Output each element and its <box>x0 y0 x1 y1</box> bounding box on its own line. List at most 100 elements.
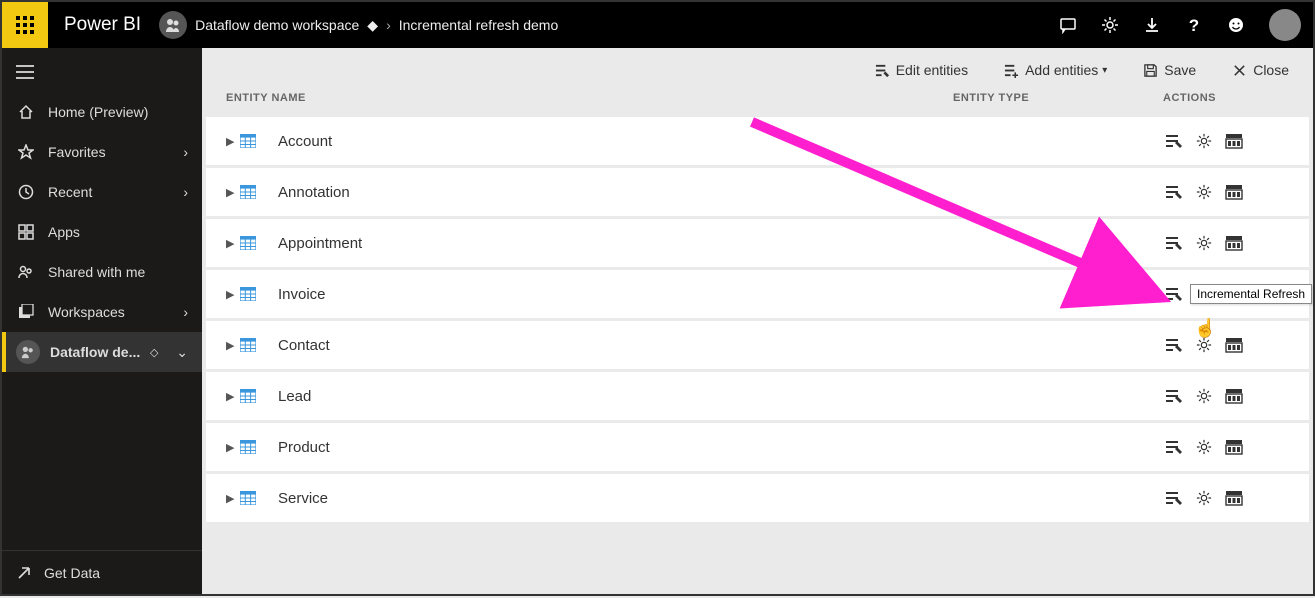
entity-settings-button[interactable] <box>1195 337 1213 353</box>
download-button[interactable] <box>1131 2 1173 48</box>
incremental-refresh-button[interactable] <box>1225 133 1243 149</box>
edit-entities-button[interactable]: Edit entities <box>875 62 968 78</box>
nav-shared[interactable]: Shared with me <box>2 252 202 292</box>
feedback-button[interactable] <box>1215 2 1257 48</box>
entity-name[interactable]: Annotation <box>278 184 949 201</box>
close-button[interactable]: Close <box>1232 62 1289 78</box>
app-launcher-button[interactable] <box>2 2 48 48</box>
notifications-button[interactable] <box>1047 2 1089 48</box>
add-entities-button[interactable]: Add entities ▾ <box>1004 62 1107 78</box>
nav-apps[interactable]: Apps <box>2 212 202 252</box>
entity-settings-button[interactable] <box>1195 235 1213 251</box>
help-button[interactable]: ? <box>1173 2 1215 48</box>
edit-entity-button[interactable] <box>1165 184 1183 200</box>
entity-name[interactable]: Product <box>278 439 949 456</box>
entity-row: ▶ Account <box>206 117 1309 165</box>
settings-button[interactable] <box>1089 2 1131 48</box>
expand-toggle[interactable]: ▶ <box>226 237 240 250</box>
incremental-refresh-button[interactable] <box>1225 337 1243 353</box>
table-icon <box>240 287 260 301</box>
entity-settings-button[interactable] <box>1195 388 1213 404</box>
incremental-refresh-button[interactable] <box>1225 439 1243 455</box>
clock-icon <box>18 184 34 200</box>
entity-settings-button[interactable] <box>1195 133 1213 149</box>
nav-workspaces[interactable]: Workspaces › <box>2 292 202 332</box>
expand-toggle[interactable]: ▶ <box>226 135 240 148</box>
entity-row: ▶ Contact <box>206 321 1309 369</box>
nav-label: Apps <box>48 224 80 240</box>
entity-name[interactable]: Account <box>278 133 949 150</box>
entity-settings-button[interactable] <box>1195 184 1213 200</box>
get-data-icon <box>16 565 32 581</box>
entity-name[interactable]: Appointment <box>278 235 949 252</box>
incremental-refresh-button[interactable] <box>1225 184 1243 200</box>
main-content: Edit entities Add entities ▾ Save Close … <box>202 48 1313 594</box>
table-icon <box>240 491 260 505</box>
user-avatar[interactable] <box>1269 9 1301 41</box>
tooltip-incremental-refresh: Incremental Refresh <box>1190 284 1312 304</box>
question-icon: ? <box>1185 16 1203 34</box>
incremental-refresh-button[interactable] <box>1225 235 1243 251</box>
nav-current-workspace[interactable]: Dataflow de... ◇ ⌄ <box>2 332 202 372</box>
shared-icon <box>18 264 34 280</box>
chevron-down-icon: ⌄ <box>176 344 188 361</box>
expand-toggle[interactable]: ▶ <box>226 441 240 454</box>
workspace-avatar[interactable] <box>159 11 187 39</box>
chevron-right-icon: › <box>183 304 188 320</box>
expand-toggle[interactable]: ▶ <box>226 186 240 199</box>
nav-label: Favorites <box>48 144 106 160</box>
premium-diamond-icon: ◆ <box>367 17 378 34</box>
edit-entity-button[interactable] <box>1165 439 1183 455</box>
column-header-name: ENTITY NAME <box>222 92 953 104</box>
nav-label: Home (Preview) <box>48 104 148 120</box>
expand-toggle[interactable]: ▶ <box>226 390 240 403</box>
breadcrumb-workspace[interactable]: Dataflow demo workspace <box>195 17 359 33</box>
entity-settings-button[interactable] <box>1195 490 1213 506</box>
entity-name[interactable]: Lead <box>278 388 949 405</box>
nav-get-data[interactable]: Get Data <box>2 550 202 594</box>
entity-rows: ▶ Account ▶ Annotation ▶ Appointment ▶ Invoice ▶… <box>202 114 1313 525</box>
entity-name[interactable]: Contact <box>278 337 949 354</box>
entity-name[interactable]: Service <box>278 490 949 507</box>
expand-toggle[interactable]: ▶ <box>226 339 240 352</box>
chevron-right-icon: › <box>183 184 188 200</box>
nav-label: Workspaces <box>48 304 125 320</box>
entity-row: ▶ Product <box>206 423 1309 471</box>
apps-icon <box>18 224 34 240</box>
download-icon <box>1143 16 1161 34</box>
incremental-refresh-button[interactable] <box>1225 388 1243 404</box>
edit-entity-button[interactable] <box>1165 337 1183 353</box>
table-icon <box>240 338 260 352</box>
edit-entity-button[interactable] <box>1165 388 1183 404</box>
star-icon <box>18 144 34 160</box>
edit-entity-button[interactable] <box>1165 490 1183 506</box>
button-label: Close <box>1253 62 1289 78</box>
save-icon <box>1143 63 1158 78</box>
people-icon <box>21 345 35 359</box>
incremental-refresh-button[interactable] <box>1225 490 1243 506</box>
entity-settings-button[interactable] <box>1195 439 1213 455</box>
chat-icon <box>1059 16 1077 34</box>
add-list-icon <box>1004 63 1019 78</box>
breadcrumb: Dataflow demo workspace ◆ › Incremental … <box>195 17 558 34</box>
edit-entity-button[interactable] <box>1165 235 1183 251</box>
nav-label: Shared with me <box>48 264 145 280</box>
nav-favorites[interactable]: Favorites › <box>2 132 202 172</box>
nav-home[interactable]: Home (Preview) <box>2 92 202 132</box>
expand-toggle[interactable]: ▶ <box>226 492 240 505</box>
expand-toggle[interactable]: ▶ <box>226 288 240 301</box>
nav-collapse-button[interactable] <box>2 52 202 92</box>
edit-entity-button[interactable] <box>1165 286 1183 302</box>
table-icon <box>240 185 260 199</box>
breadcrumb-item[interactable]: Incremental refresh demo <box>399 17 559 33</box>
save-button[interactable]: Save <box>1143 62 1196 78</box>
edit-entity-button[interactable] <box>1165 133 1183 149</box>
top-right-actions: ? <box>1047 2 1313 48</box>
people-icon <box>165 17 181 33</box>
button-label: Save <box>1164 62 1196 78</box>
smile-icon <box>1227 16 1245 34</box>
nav-recent[interactable]: Recent › <box>2 172 202 212</box>
entity-name[interactable]: Invoice <box>278 286 949 303</box>
nav-label: Recent <box>48 184 92 200</box>
brand-label: Power BI <box>64 14 141 36</box>
